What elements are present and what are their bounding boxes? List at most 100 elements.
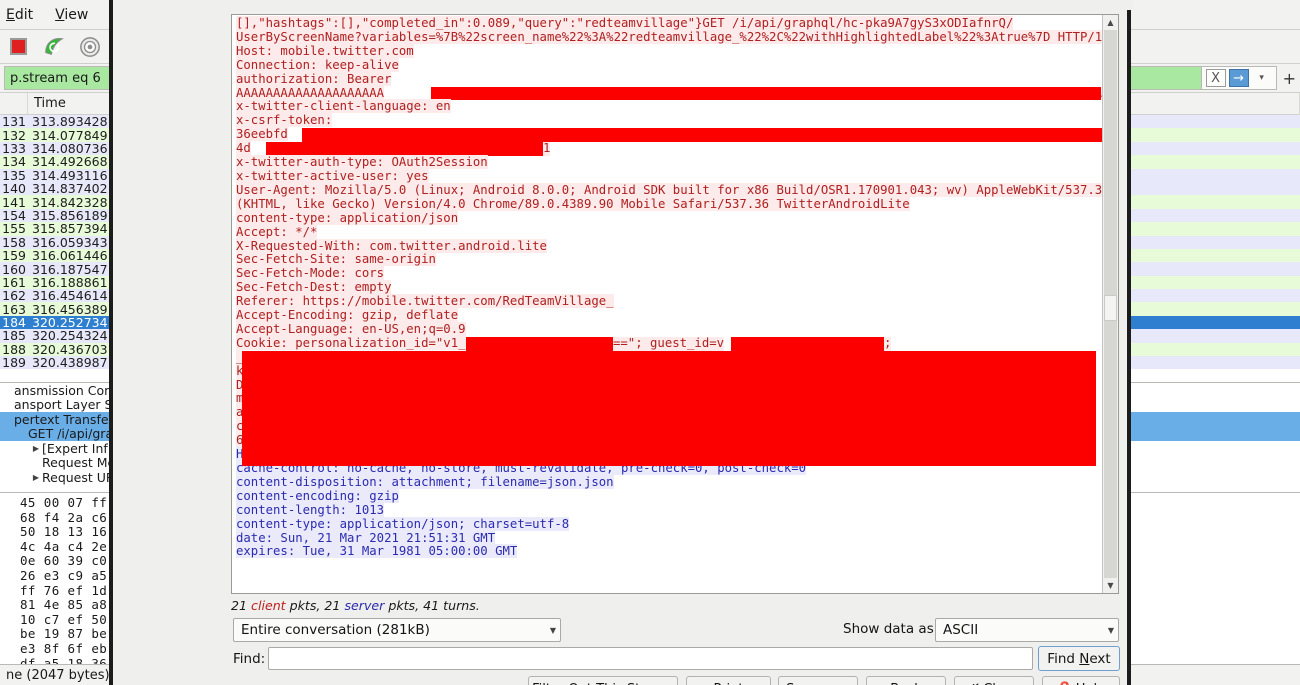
dialog-button-back[interactable]: Back — [866, 676, 946, 685]
dialog-button-label: Help — [1076, 682, 1106, 685]
stream-line: User-Agent: Mozilla/5.0 (Linux; Android … — [236, 182, 1102, 198]
summary-suffix: pkts, 41 turns. — [384, 598, 480, 613]
show-data-as-label: Show data as — [843, 621, 934, 637]
stream-line: Sec-Fetch-Site: same-origin — [236, 252, 1102, 267]
summary-client-word: client — [251, 598, 286, 613]
stream-line: expires: Tue, 31 Mar 1981 05:00:00 GMT — [236, 544, 1102, 559]
stream-line-text: Sec-Fetch-Dest: empty — [236, 280, 392, 295]
stream-line-text: authorization: Bearer — [236, 71, 392, 86]
stream-line-text: content-disposition: attachment; filenam… — [236, 474, 614, 489]
stream-line-tail: 1 — [543, 141, 551, 157]
summary-mid: pkts, 21 — [285, 598, 345, 613]
redaction-block — [431, 86, 1101, 101]
stream-line: authorization: Bearer — [236, 71, 1102, 87]
redaction-block-large — [242, 350, 1096, 466]
dialog-button-row: Filter Out This Stream Print Save as… Back ✗… — [113, 676, 1133, 685]
stream-line-text: Accept-Encoding: gzip, deflate — [236, 308, 459, 323]
filter-bookmark-chevron-down-icon[interactable]: ▾ — [1252, 69, 1272, 87]
stream-line-text: Accept-Language: en-US,en;q=0.9 — [236, 321, 466, 336]
dialog-button-help[interactable]: ❓Help — [1042, 676, 1120, 685]
detail-tree-label: ansport Layer S… — [14, 397, 125, 413]
capture-options-gear-icon[interactable] — [78, 35, 102, 59]
close-icon: ✗ — [969, 682, 980, 685]
stream-line-text: content-encoding: gzip — [236, 488, 399, 503]
stream-line: Cookie: personalization_id="v1_ =="; gues… — [236, 335, 1102, 351]
tree-expand-chevron-icon[interactable]: ▶ — [30, 444, 42, 453]
stream-line: content-disposition: attachment; filenam… — [236, 474, 1102, 490]
scroll-down-arrow-icon[interactable]: ▼ — [1103, 578, 1118, 593]
summary-prefix: 21 — [231, 598, 252, 613]
stream-line: x-twitter-active-user: yes — [236, 168, 1102, 184]
stream-line: content-encoding: gzip — [236, 488, 1102, 504]
stop-capture-icon[interactable] — [6, 35, 30, 59]
stream-line-text: Sec-Fetch-Site: same-origin — [236, 252, 436, 267]
scrollbar-thumb[interactable] — [1104, 295, 1117, 321]
tree-expand-chevron-icon[interactable]: ▶ — [30, 473, 42, 482]
conversation-select[interactable]: Entire conversation (281kB) ▼ — [233, 618, 561, 642]
column-header-no[interactable] — [0, 93, 28, 115]
stream-line-text: Referer: https://mobile.twitter.com/RedT… — [236, 294, 614, 309]
redaction-block — [266, 142, 543, 157]
redaction-block — [731, 336, 884, 351]
stream-line-text: Accept: */* — [236, 224, 318, 239]
stream-line: UserByScreenName?variables=%7B%22screen_… — [236, 29, 1102, 45]
menu-item-edit[interactable]: EEditdit — [6, 7, 33, 23]
find-label: Find: — [233, 651, 266, 667]
stream-line-text: Sec-Fetch-Mode: cors — [236, 266, 385, 281]
stream-line: content-type: application/json — [236, 210, 1102, 226]
find-input[interactable] — [268, 647, 1033, 670]
stream-line: X-Requested-With: com.twitter.android.li… — [236, 238, 1102, 254]
chevron-down-icon: ▼ — [1107, 625, 1114, 635]
packet-time: 320.438987 — [32, 355, 108, 371]
dialog-button-print[interactable]: Print — [686, 676, 771, 685]
display-filter-buttons: X → ▾ — [1200, 66, 1277, 90]
help-icon: ❓ — [1057, 682, 1073, 685]
stream-line: Accept-Language: en-US,en;q=0.9 — [236, 321, 1102, 337]
dialog-button-save-as[interactable]: Save as… — [778, 676, 858, 685]
summary-server-word: server — [344, 598, 385, 613]
dialog-button-label: Close — [983, 682, 1018, 685]
stream-line: 36eebfd18 — [236, 127, 1102, 143]
stream-line: (KHTML, like Gecko) Version/4.0 Chrome/8… — [236, 196, 1102, 212]
stream-line-segment: =="; guest_id=v — [613, 335, 725, 351]
stream-line-text: content-type: application/json; charset=… — [236, 516, 570, 531]
show-data-as-select[interactable]: ASCII ▼ — [935, 618, 1119, 642]
stream-line: Host: mobile.twitter.com — [236, 43, 1102, 59]
stream-text: [],"hashtags":[],"completed_in":0.089,"q… — [232, 15, 1102, 593]
add-filter-button-icon[interactable]: + — [1283, 69, 1296, 88]
redaction-block — [302, 128, 1102, 143]
stream-line-text: x-twitter-auth-type: OAuth2Session — [236, 155, 488, 170]
column-header-time[interactable]: Time — [28, 93, 114, 115]
stream-line: AAAAAAAAAAAAAAAAAAAAA — [236, 85, 1102, 101]
stream-vertical-scrollbar[interactable]: ▲ ▼ — [1102, 15, 1118, 593]
stream-line: x-csrf-token: — [236, 113, 1102, 128]
stream-line-text: x-twitter-client-language: en — [236, 99, 451, 114]
stream-line-text: Connection: keep-alive — [236, 57, 399, 72]
stream-content-pane[interactable]: [],"hashtags":[],"completed_in":0.089,"q… — [231, 14, 1119, 594]
dialog-top-strip — [113, 0, 1133, 10]
stream-line: Connection: keep-alive — [236, 57, 1102, 73]
dialog-button-filter-out-this-stream[interactable]: Filter Out This Stream — [528, 676, 678, 685]
stream-line-text: date: Sun, 21 Mar 2021 21:51:31 GMT — [236, 530, 496, 545]
restart-capture-icon[interactable] — [42, 35, 66, 59]
detail-tree-label: ansmission Con… — [14, 382, 125, 398]
stream-line: x-twitter-client-language: en — [236, 99, 1102, 114]
stream-line: Sec-Fetch-Dest: empty — [236, 280, 1102, 295]
dialog-button-close[interactable]: ✗Close — [954, 676, 1034, 685]
scroll-up-arrow-icon[interactable]: ▲ — [1103, 15, 1118, 30]
packet-counts-summary: 21 client pkts, 21 server pkts, 41 turns… — [231, 598, 480, 613]
show-data-as-value: ASCII — [943, 622, 979, 638]
redaction-block — [466, 336, 613, 351]
find-next-button[interactable]: Find Next — [1038, 646, 1120, 671]
apply-filter-icon[interactable]: → — [1228, 69, 1249, 87]
stream-line-segment: ; — [884, 335, 892, 351]
menu-item-view[interactable]: View — [55, 7, 88, 23]
dialog-button-label: Print — [714, 682, 744, 685]
stream-line: Sec-Fetch-Mode: cors — [236, 266, 1102, 281]
stream-line: Accept: */* — [236, 224, 1102, 240]
stream-line-text: (KHTML, like Gecko) Version/4.0 Chrome/8… — [236, 196, 910, 211]
stream-line: [],"hashtags":[],"completed_in":0.089,"q… — [236, 16, 1102, 31]
clear-filter-icon[interactable]: X — [1205, 69, 1226, 87]
dialog-button-label: Filter Out This Stream — [532, 682, 674, 685]
detail-tree-label: pertext Transfe… — [14, 411, 122, 427]
